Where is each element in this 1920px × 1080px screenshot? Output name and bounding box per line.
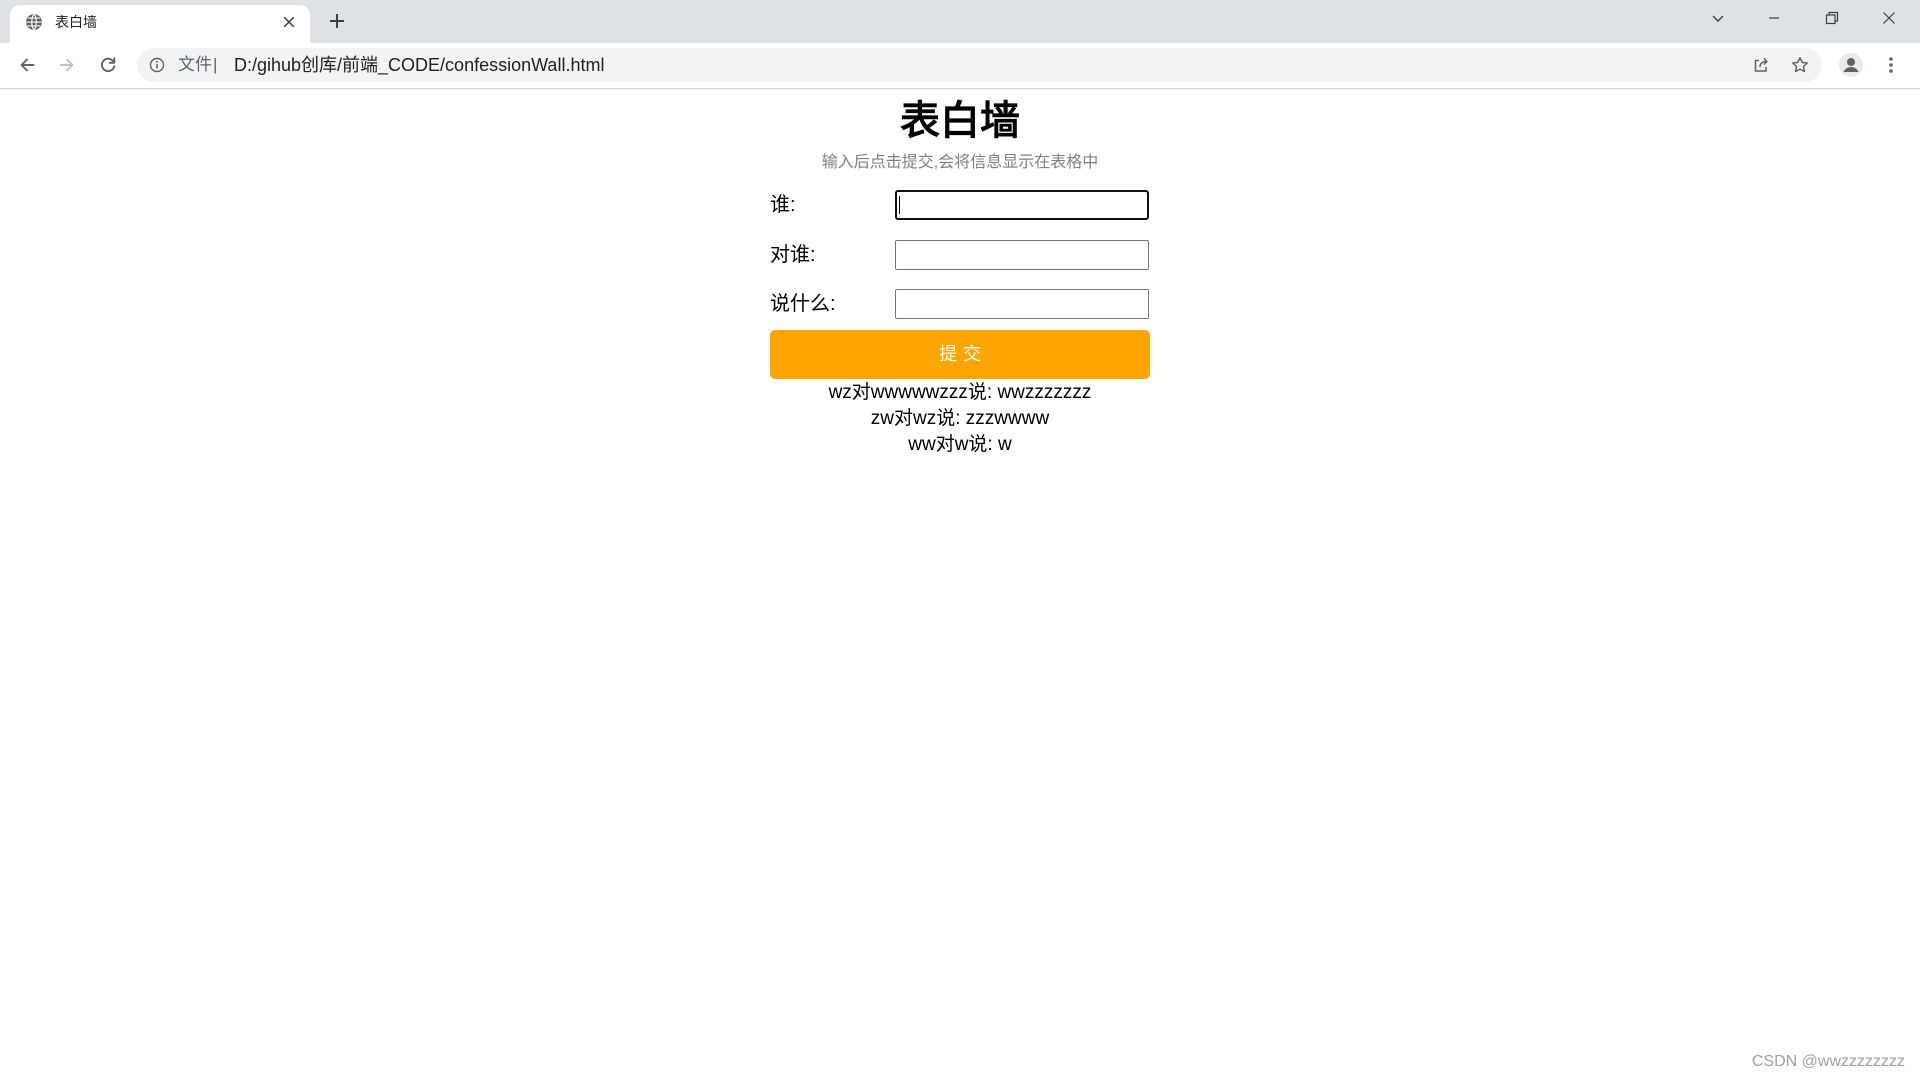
back-arrow-icon[interactable] (11, 49, 43, 81)
form-row-to: 对谁: (770, 240, 1150, 270)
from-input[interactable] (895, 190, 1149, 220)
submit-button[interactable]: 提交 (770, 330, 1150, 379)
window-close-icon[interactable] (1866, 0, 1912, 36)
message-list: wz对wwwwwzzz说: wwzzzzzzz zw对wz说: zzzwwww … (0, 380, 1920, 458)
browser-toolbar: 文件 | D:/gihub创库/前端_CODE/confessionWall.h… (0, 43, 1920, 89)
chevron-down-icon[interactable] (1695, 0, 1741, 36)
text-caret (899, 196, 900, 214)
list-item: wz对wwwwwzzz说: wwzzzzzzz (828, 382, 1092, 403)
to-label: 对谁: (770, 244, 816, 266)
watermark: CSDN @wwzzzzzzzz (1751, 1053, 1905, 1070)
restore-icon[interactable] (1809, 0, 1855, 36)
message-input[interactable] (895, 289, 1149, 319)
list-item: ww对w说: w (908, 434, 1012, 455)
form-row-from: 谁: (770, 190, 1150, 220)
message-label: 说什么: (770, 293, 836, 315)
browser-tab[interactable]: 表白墙 (10, 5, 310, 43)
scheme-label: 文件 (178, 55, 212, 74)
kebab-menu-icon[interactable] (1879, 53, 1903, 77)
profile-icon[interactable] (1839, 53, 1863, 77)
from-label: 谁: (770, 194, 796, 216)
url-text[interactable]: D:/gihub创库/前端_CODE/confessionWall.html (234, 48, 604, 82)
address-bar[interactable]: 文件 | D:/gihub创库/前端_CODE/confessionWall.h… (137, 48, 1822, 82)
tab-strip: 表白墙 (0, 0, 1920, 43)
forward-arrow-icon[interactable] (51, 49, 83, 81)
plus-icon[interactable] (327, 11, 347, 31)
page-subtitle: 输入后点击提交,会将信息显示在表格中 (821, 154, 1099, 171)
minimize-icon[interactable] (1751, 0, 1797, 36)
tab-title: 表白墙 (55, 14, 97, 30)
form-row-message: 说什么: (770, 289, 1150, 319)
star-icon[interactable] (1791, 56, 1809, 74)
share-icon[interactable] (1752, 56, 1770, 74)
reload-icon[interactable] (92, 49, 124, 81)
page-title: 表白墙 (900, 99, 1020, 143)
list-item: zw对wz说: zzzwwww (870, 408, 1050, 429)
close-icon[interactable] (280, 13, 298, 31)
info-icon[interactable] (149, 57, 165, 73)
scheme-separator: | (213, 55, 218, 74)
to-input[interactable] (895, 240, 1149, 270)
globe-icon (25, 13, 43, 31)
